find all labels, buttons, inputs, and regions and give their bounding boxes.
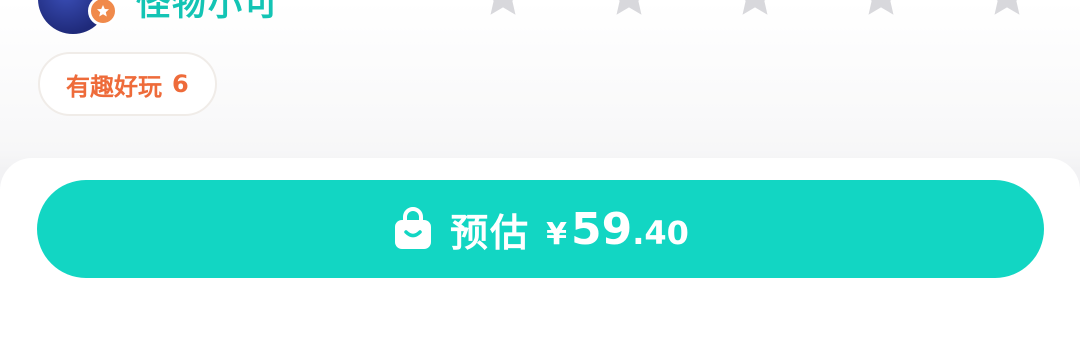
shopping-bag-icon (395, 207, 432, 249)
user-review-header: 怪物小可 (0, 0, 1080, 40)
tag-chip[interactable]: 有趣好玩 6 (38, 52, 217, 116)
tag-label: 有趣好玩 (66, 72, 162, 101)
tag-count: 6 (172, 70, 189, 98)
price-decimal: .40 (632, 213, 689, 252)
rating-star-4-icon[interactable] (858, 0, 904, 20)
level-badge-icon (88, 0, 118, 26)
rating-star-5-icon[interactable] (984, 0, 1030, 20)
rating-star-2-icon[interactable] (606, 0, 652, 20)
button-label: 预估 (450, 210, 531, 255)
rating-star-1-icon[interactable] (480, 0, 526, 20)
price-integer: 59 (570, 203, 633, 255)
rating-star-3-icon[interactable] (732, 0, 778, 20)
price: ¥ 59 .40 (546, 204, 689, 255)
currency-symbol: ¥ (546, 216, 567, 252)
user-nickname[interactable]: 怪物小可 (136, 0, 280, 25)
estimate-price-button[interactable]: 预估 ¥ 59 .40 (37, 180, 1044, 278)
